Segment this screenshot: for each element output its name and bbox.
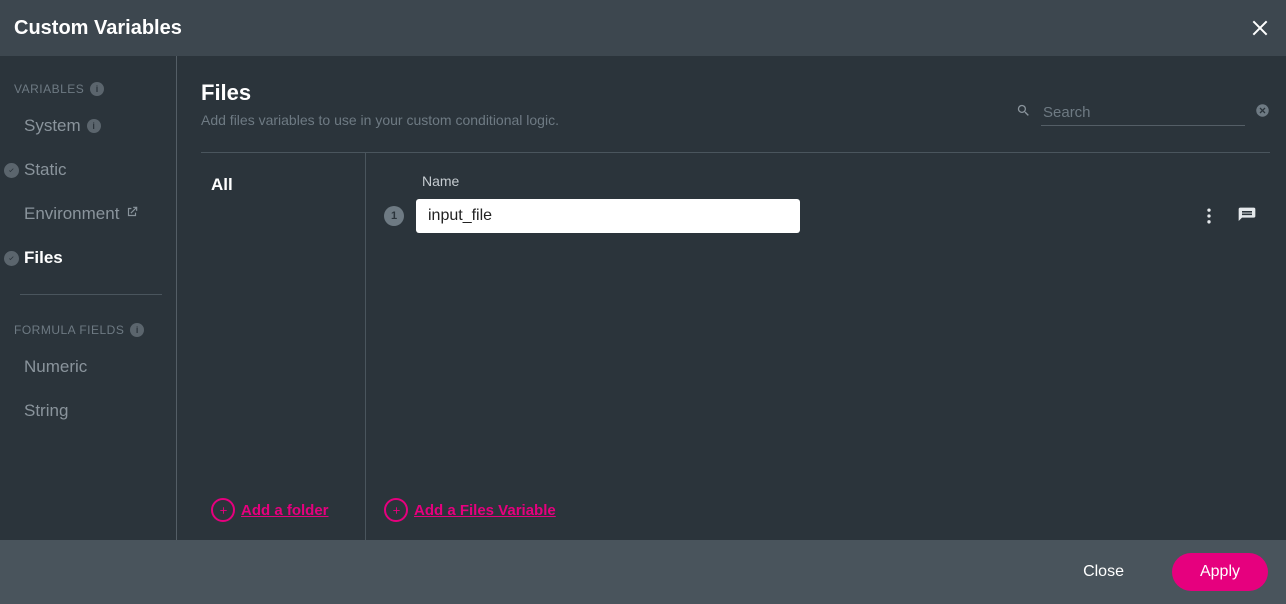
page-subtitle: Add files variables to use in your custo… (201, 112, 559, 128)
modal-footer: Close Apply (0, 540, 1286, 604)
sidebar-item-system[interactable]: System i (0, 104, 176, 148)
add-folder-label: Add a folder (241, 502, 329, 519)
close-icon[interactable] (1246, 14, 1274, 42)
external-link-icon (125, 204, 139, 224)
check-icon (4, 251, 19, 266)
sidebar-item-environment[interactable]: Environment (0, 192, 176, 236)
search-box (1016, 100, 1270, 126)
sidebar-heading-variables-label: VARIABLES (14, 82, 84, 96)
page-title: Files (201, 80, 559, 106)
search-icon (1016, 103, 1031, 123)
check-icon (4, 163, 19, 178)
modal-header: Custom Variables (0, 0, 1286, 56)
variable-name-input[interactable] (416, 199, 800, 233)
folders-column: All Add a folder (201, 153, 366, 540)
clear-search-icon[interactable] (1255, 103, 1270, 123)
variables-column: Name 1 (366, 153, 1270, 540)
info-icon: i (87, 119, 101, 133)
sidebar-item-label: Numeric (24, 357, 87, 377)
plus-circle-icon (384, 498, 408, 522)
search-input[interactable] (1041, 100, 1245, 126)
more-vert-icon[interactable] (1196, 203, 1222, 229)
info-icon[interactable]: i (90, 82, 104, 96)
main-panel: Files Add files variables to use in your… (177, 56, 1286, 540)
sidebar-heading-variables: VARIABLES i (0, 82, 176, 104)
sidebar-item-string[interactable]: String (0, 389, 176, 433)
info-icon[interactable]: i (130, 323, 144, 337)
column-header-name: Name (384, 173, 1260, 199)
plus-circle-icon (211, 498, 235, 522)
sidebar-heading-formula: FORMULA FIELDS i (0, 323, 176, 345)
main-header: Files Add files variables to use in your… (201, 80, 1270, 153)
modal-title: Custom Variables (14, 17, 182, 40)
add-variable-label: Add a Files Variable (414, 502, 556, 519)
sidebar-heading-formula-label: FORMULA FIELDS (14, 323, 124, 337)
custom-variables-modal: Custom Variables VARIABLES i System i St… (0, 0, 1286, 604)
close-button[interactable]: Close (1055, 553, 1152, 591)
sidebar-item-numeric[interactable]: Numeric (0, 345, 176, 389)
sidebar-item-label: String (24, 401, 68, 421)
sidebar-item-label: System (24, 116, 81, 136)
sidebar-divider (20, 294, 162, 295)
variable-row: 1 (384, 199, 1260, 233)
sidebar: VARIABLES i System i Static Environment (0, 56, 177, 540)
modal-body: VARIABLES i System i Static Environment (0, 56, 1286, 540)
add-folder-button[interactable]: Add a folder (211, 490, 355, 540)
sidebar-item-files[interactable]: Files (0, 236, 176, 280)
apply-button[interactable]: Apply (1172, 553, 1268, 591)
content-area: All Add a folder Name 1 (201, 153, 1270, 540)
sidebar-item-label: Static (24, 160, 67, 180)
folder-all[interactable]: All (211, 173, 355, 197)
row-index-badge: 1 (384, 206, 404, 226)
main-title-block: Files Add files variables to use in your… (201, 80, 559, 128)
sidebar-item-label: Files (24, 248, 63, 268)
comment-icon[interactable] (1234, 203, 1260, 229)
add-variable-button[interactable]: Add a Files Variable (384, 490, 1260, 540)
sidebar-item-label: Environment (24, 204, 119, 224)
sidebar-item-static[interactable]: Static (0, 148, 176, 192)
